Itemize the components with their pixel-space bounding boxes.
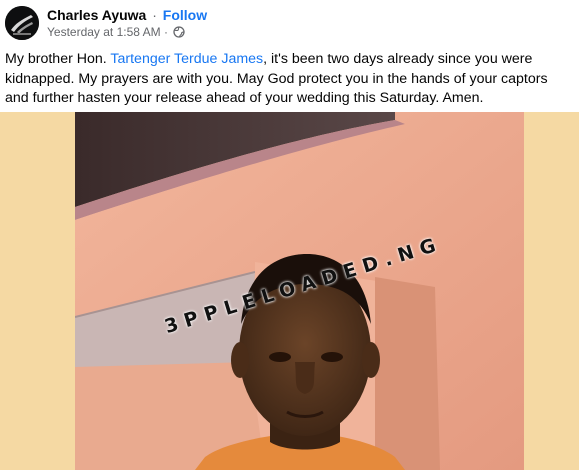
post-photo-area[interactable]: 3PPLELOADED.NG <box>0 112 579 470</box>
meta-separator: · <box>163 25 168 39</box>
avatar-image <box>5 6 39 40</box>
follow-button[interactable]: Follow <box>163 7 207 23</box>
author-line: Charles Ayuwa · Follow <box>47 6 207 24</box>
author-avatar[interactable] <box>5 6 39 40</box>
globe-icon[interactable] <box>173 26 185 42</box>
author-name[interactable]: Charles Ayuwa <box>47 7 146 23</box>
post-header: Charles Ayuwa · Follow Yesterday at 1:58… <box>0 0 579 44</box>
separator-dot: · <box>152 7 157 23</box>
post-meta: Yesterday at 1:58 AM · <box>47 25 185 42</box>
mention-link[interactable]: Tartenger Terdue James <box>110 51 263 67</box>
post-timestamp[interactable]: Yesterday at 1:58 AM <box>47 25 161 39</box>
post-message: My brother Hon. Tartenger Terdue James, … <box>5 50 575 109</box>
post-text-start: My brother Hon. <box>5 51 111 67</box>
